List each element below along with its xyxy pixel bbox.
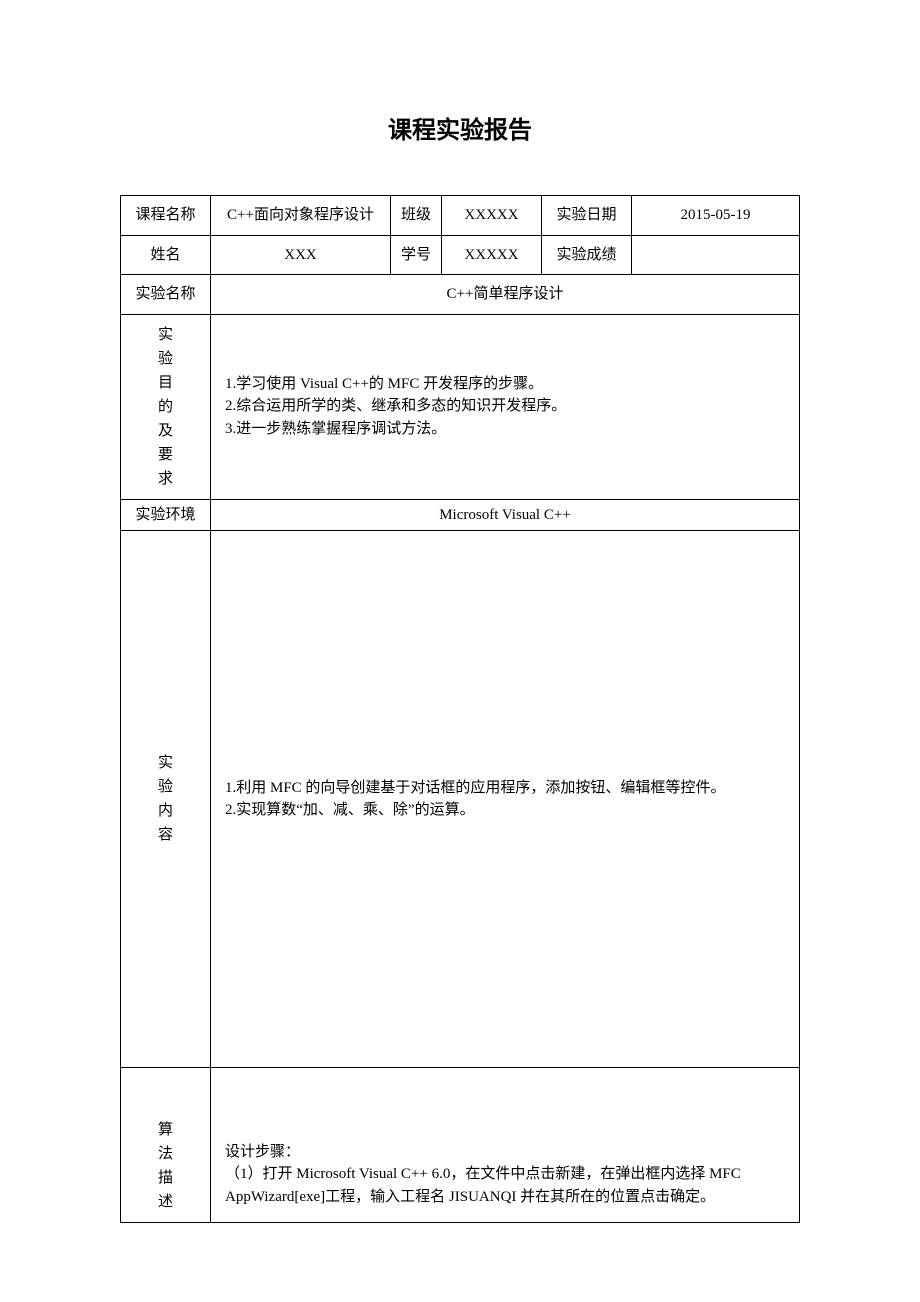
purpose-char: 要 [131,443,200,467]
purpose-content: 1.学习使用 Visual C++的 MFC 开发程序的步骤。 2.综合运用所学… [211,314,800,499]
table-row: 实验名称 C++简单程序设计 [121,275,800,315]
name-label: 姓名 [121,235,211,275]
content-line: 2.实现算数“加、减、乘、除”的运算。 [225,799,785,822]
table-row: 算 法 描 述 设计步骤： （1）打开 Microsoft Visual C++… [121,1068,800,1223]
purpose-char: 目 [131,371,200,395]
class-value: XXXXX [442,196,542,236]
purpose-line: 3.进一步熟练掌握程序调试方法。 [225,418,785,441]
env-value: Microsoft Visual C++ [211,499,800,531]
exp-name-value: C++简单程序设计 [211,275,800,315]
table-row: 实验环境 Microsoft Visual C++ [121,499,800,531]
purpose-char: 及 [131,419,200,443]
table-row: 实 验 目 的 及 要 求 1.学习使用 Visual C++的 MFC 开发程… [121,314,800,499]
content-content: 1.利用 MFC 的向导创建基于对话框的应用程序，添加按钮、编辑框等控件。 2.… [211,531,800,1068]
class-label: 班级 [391,196,442,236]
purpose-char: 验 [131,347,200,371]
content-char: 容 [135,823,196,847]
algorithm-char: 描 [131,1166,200,1190]
score-value [632,235,800,275]
course-value: C++面向对象程序设计 [211,196,391,236]
document-title: 课程实验报告 [120,110,800,145]
table-row: 课程名称 C++面向对象程序设计 班级 XXXXX 实验日期 2015-05-1… [121,196,800,236]
purpose-line: 2.综合运用所学的类、继承和多态的知识开发程序。 [225,395,785,418]
content-line: 1.利用 MFC 的向导创建基于对话框的应用程序，添加按钮、编辑框等控件。 [225,777,785,800]
algorithm-label: 算 法 描 述 [121,1068,211,1223]
date-label: 实验日期 [542,196,632,236]
algorithm-char: 算 [131,1118,200,1142]
purpose-line: 1.学习使用 Visual C++的 MFC 开发程序的步骤。 [225,373,785,396]
id-value: XXXXX [442,235,542,275]
id-label: 学号 [391,235,442,275]
score-label: 实验成绩 [542,235,632,275]
env-label: 实验环境 [121,499,211,531]
algorithm-char: 述 [131,1190,200,1214]
content-char: 验 [135,775,196,799]
name-value: XXX [211,235,391,275]
date-value: 2015-05-19 [632,196,800,236]
purpose-char: 实 [131,323,200,347]
content-char: 实 [135,751,196,775]
algorithm-line: 设计步骤： [225,1141,785,1164]
report-table: 课程名称 C++面向对象程序设计 班级 XXXXX 实验日期 2015-05-1… [120,195,800,1223]
purpose-label: 实 验 目 的 及 要 求 [121,314,211,499]
table-row: 实 验 内 容 1.利用 MFC 的向导创建基于对话框的应用程序，添加按钮、编辑… [121,531,800,1068]
course-label: 课程名称 [121,196,211,236]
content-char: 内 [135,799,196,823]
table-row: 姓名 XXX 学号 XXXXX 实验成绩 [121,235,800,275]
exp-name-label: 实验名称 [121,275,211,315]
content-label: 实 验 内 容 [121,531,211,1068]
algorithm-content: 设计步骤： （1）打开 Microsoft Visual C++ 6.0，在文件… [211,1068,800,1223]
algorithm-line: （1）打开 Microsoft Visual C++ 6.0，在文件中点击新建，… [225,1163,785,1208]
purpose-char: 求 [131,467,200,491]
algorithm-char: 法 [131,1142,200,1166]
purpose-char: 的 [131,395,200,419]
